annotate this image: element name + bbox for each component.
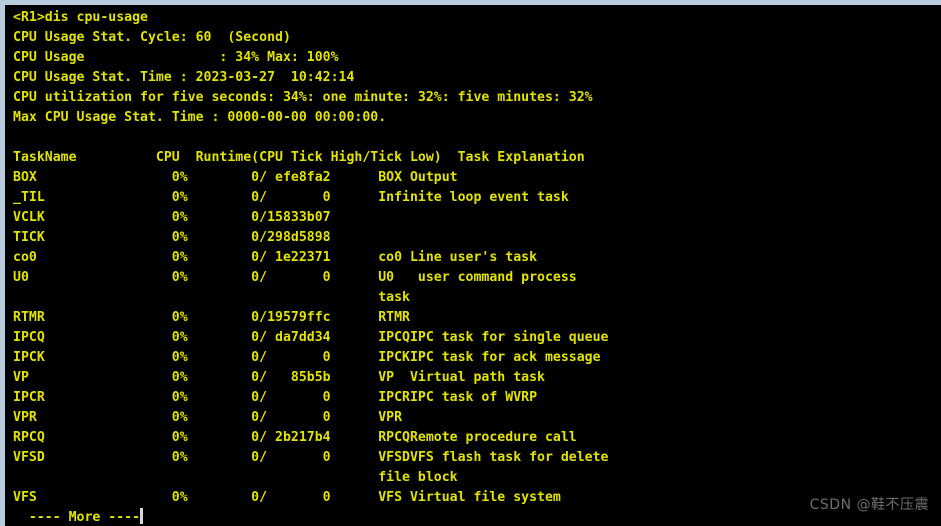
cpu-utilization-line: CPU utilization for five seconds: 34%: o…	[13, 90, 593, 105]
command-prompt-line: <R1>dis cpu-usage	[13, 10, 148, 25]
cpu-usage-line: CPU Usage : 34% Max: 100%	[13, 50, 339, 65]
table-row: BOX 0% 0/ efe8fa2 BOX Output	[13, 170, 458, 185]
table-row: file block	[13, 470, 458, 485]
terminal-screen[interactable]: <R1>dis cpu-usage CPU Usage Stat. Cycle:…	[5, 5, 941, 526]
spacer-line	[8, 128, 941, 148]
task-table-header: TaskName CPU Runtime(CPU Tick High/Tick …	[13, 150, 585, 165]
cpu-stat-time-line: CPU Usage Stat. Time : 2023-03-27 10:42:…	[13, 70, 355, 85]
table-row: TICK 0% 0/298d5898	[13, 230, 331, 245]
cpu-stat-cycle-line: CPU Usage Stat. Cycle: 60 (Second)	[13, 30, 291, 45]
more-prompt[interactable]: ---- More ----	[8, 508, 941, 526]
table-row: VPR 0% 0/ 0 VPR	[13, 410, 403, 425]
max-cpu-stat-time-line: Max CPU Usage Stat. Time : 0000-00-00 00…	[13, 110, 387, 125]
table-row: VCLK 0% 0/15833b07	[13, 210, 331, 225]
table-row: co0 0% 0/ 1e22371 co0 Line user's task	[13, 250, 538, 265]
table-row: RTMR 0% 0/19579ffc RTMR	[13, 310, 410, 325]
terminal-window: <R1>dis cpu-usage CPU Usage Stat. Cycle:…	[0, 0, 941, 526]
table-row: _TIL 0% 0/ 0 Infinite loop event task	[13, 190, 569, 205]
table-row: VFSD 0% 0/ 0 VFSDVFS flash task for dele…	[13, 450, 609, 465]
table-row: VP 0% 0/ 85b5b VP Virtual path task	[13, 370, 545, 385]
table-row: U0 0% 0/ 0 U0 user command process	[13, 270, 577, 285]
more-prompt-label: ---- More ----	[13, 510, 141, 525]
table-row: IPCQ 0% 0/ da7dd34 IPCQIPC task for sing…	[13, 330, 609, 345]
task-table-body: BOX 0% 0/ efe8fa2 BOX Output _TIL 0% 0/ 0…	[8, 168, 941, 508]
table-row: RPCQ 0% 0/ 2b217b4 RPCQRemote procedure …	[13, 430, 577, 445]
text-cursor	[140, 508, 144, 524]
table-row: task	[13, 290, 410, 305]
table-row: IPCK 0% 0/ 0 IPCKIPC task for ack messag…	[13, 350, 601, 365]
table-row: IPCR 0% 0/ 0 IPCRIPC task of WVRP	[13, 390, 538, 405]
table-row: VFS 0% 0/ 0 VFS Virtual file system	[13, 490, 561, 505]
